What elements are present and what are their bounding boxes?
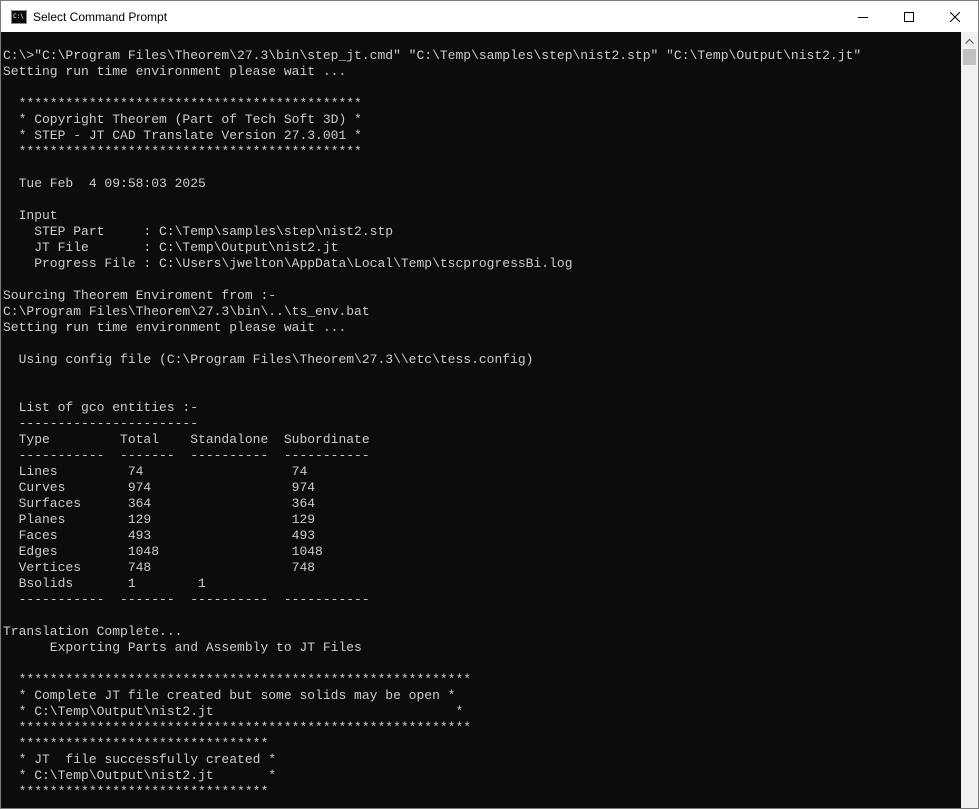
console-line: Progress File : C:\Users\jwelton\AppData… <box>3 256 573 271</box>
console-area[interactable]: C:\>"C:\Program Files\Theorem\27.3\bin\s… <box>1 32 961 808</box>
command-prompt-icon: C:\ <box>11 9 27 24</box>
console-line: * JT file successfully created * <box>3 752 277 767</box>
console-line: * Copyright Theorem (Part of Tech Soft 3… <box>3 112 362 127</box>
console-line: ----------- ------- ---------- ---------… <box>3 448 370 463</box>
console-line: Surfaces 364 364 <box>3 496 316 511</box>
console-line: ******************************** <box>3 784 269 799</box>
console-line: * C:\Temp\Output\nist2.jt * <box>3 704 464 719</box>
vertical-scrollbar[interactable] <box>961 32 978 808</box>
console-line: ****************************************… <box>3 720 472 735</box>
close-button[interactable] <box>932 1 978 32</box>
console-line: Type Total Standalone Subordinate <box>3 432 370 447</box>
console-line: Planes 129 129 <box>3 512 316 527</box>
maximize-icon <box>904 11 914 22</box>
window-title: Select Command Prompt <box>33 9 168 24</box>
console-line: Edges 1048 1048 <box>3 544 323 559</box>
console-line: Tue Feb 4 09:58:03 2025 <box>3 176 206 191</box>
console-line: Translation Complete... <box>3 624 183 639</box>
command-prompt-window: C:\ Select Command Prompt C:\>"C:\Progra… <box>0 0 979 809</box>
close-icon <box>950 11 960 22</box>
console-line: ******************************** <box>3 736 269 751</box>
console-line: Exporting Parts and Assembly to JT Files <box>3 640 362 655</box>
console-line: List of gco entities :- <box>3 400 199 415</box>
scroll-up-button[interactable] <box>961 32 978 49</box>
console-line: * STEP - JT CAD Translate Version 27.3.0… <box>3 128 362 143</box>
console-line: * Complete JT file created but some soli… <box>3 688 456 703</box>
console-line: JT File : C:\Temp\Output\nist2.jt <box>3 240 339 255</box>
minimize-button[interactable] <box>840 1 886 32</box>
console-line: ----------------------- <box>3 416 199 431</box>
chevron-up-icon <box>965 38 974 44</box>
console-line: ****************************************… <box>3 96 362 111</box>
minimize-icon <box>858 16 868 18</box>
console-line: * C:\Temp\Output\nist2.jt * <box>3 768 277 783</box>
console-line: Bsolids 1 1 <box>3 576 206 591</box>
console-line: Faces 493 493 <box>3 528 316 543</box>
console-line: STEP Part : C:\Temp\samples\step\nist2.s… <box>3 224 394 239</box>
console-line: Setting run time environment please wait… <box>3 64 347 79</box>
console-line: Using config file (C:\Program Files\Theo… <box>3 352 534 367</box>
console-line: Input <box>3 208 58 223</box>
console-line: C:\Program Files\Theorem\27.3\bin\..\ts_… <box>3 304 370 319</box>
console-line: ****************************************… <box>3 672 472 687</box>
maximize-button[interactable] <box>886 1 932 32</box>
console-line: Curves 974 974 <box>3 480 316 495</box>
title-bar[interactable]: C:\ Select Command Prompt <box>1 1 978 32</box>
console-line: Setting run time environment please wait… <box>3 320 347 335</box>
scrollbar-thumb[interactable] <box>963 49 976 65</box>
console-output: C:\>"C:\Program Files\Theorem\27.3\bin\s… <box>1 32 961 800</box>
console-line: ----------- ------- ---------- ---------… <box>3 592 370 607</box>
console-line: Vertices 748 748 <box>3 560 316 575</box>
window-controls <box>840 1 978 32</box>
console-line: Lines 74 74 <box>3 464 308 479</box>
console-line: ****************************************… <box>3 144 362 159</box>
console-line: C:\>"C:\Program Files\Theorem\27.3\bin\s… <box>3 48 862 63</box>
console-line: Sourcing Theorem Enviroment from :- <box>3 288 277 303</box>
